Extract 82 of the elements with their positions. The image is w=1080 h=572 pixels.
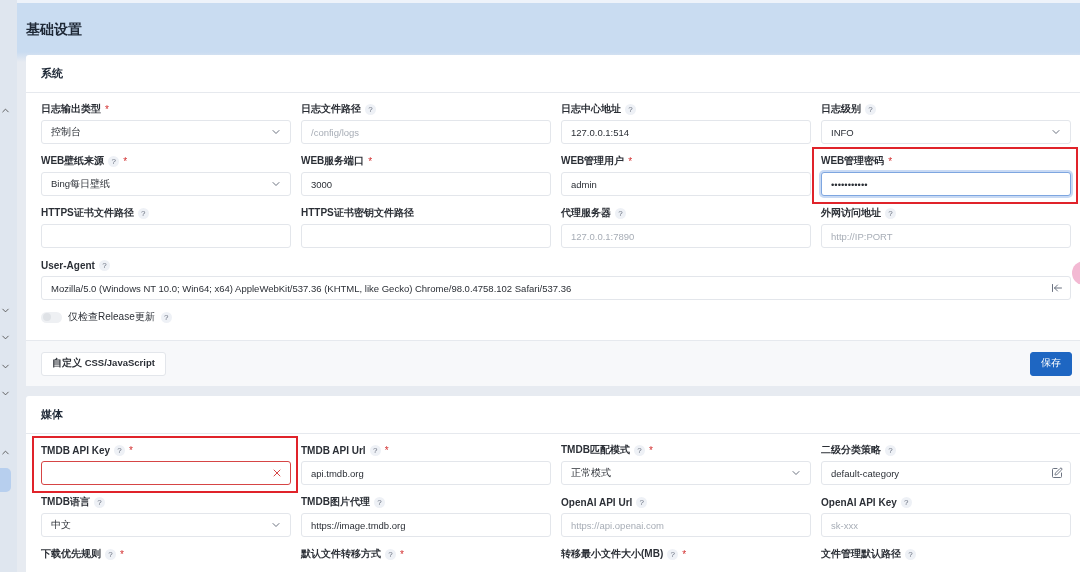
field-label: TMDB API Url [301,444,366,456]
help-icon[interactable]: ? [667,548,679,560]
sidebar-item[interactable] [0,468,11,492]
field-label: HTTPS证书文件路径 [41,206,134,220]
required-mark: * [384,444,389,456]
field-label: OpenAI API Url [561,496,633,508]
help-icon[interactable]: ? [137,207,149,219]
field-label: TMDB语言 [41,495,90,509]
field-label: 日志级别 [821,102,861,116]
dropdown[interactable]: Bing每日壁纸 [41,172,291,196]
required-mark: * [888,155,893,167]
field-label: OpenAI API Key [821,496,897,508]
help-icon[interactable]: ? [105,548,116,560]
field-label: WEB管理用户 [561,154,625,168]
input-field[interactable]: 127.0.0.1:514 [561,120,811,144]
help-icon[interactable]: ? [885,207,896,219]
field-label: 默认文件转移方式 [301,547,381,561]
required-mark: * [120,548,124,560]
page-title: 基础设置 [26,20,83,39]
switch-label: 仅检查Release更新 [68,310,155,324]
required-mark: * [628,155,633,167]
help-icon[interactable]: ? [365,103,376,115]
field-label: 转移最小文件大小(MB) [561,547,664,561]
required-mark: * [400,548,404,560]
field-label: 下载优先规则 [41,547,101,561]
help-icon[interactable]: ? [93,496,105,508]
input-field[interactable]: https://image.tmdb.org [301,513,551,537]
dropdown[interactable]: 中文 [41,513,291,537]
help-icon[interactable]: ? [905,548,916,560]
help-icon[interactable]: ? [625,103,636,115]
reset-icon[interactable] [1051,282,1063,294]
input-field[interactable]: default-category [821,461,1071,485]
field-label: TMDB API Key [41,444,111,456]
help-icon[interactable]: ? [369,444,381,456]
help-icon[interactable]: ? [885,444,896,456]
password-field[interactable]: ••••••••••• [821,172,1071,196]
help-icon[interactable]: ? [900,496,912,508]
help-icon[interactable]: ? [636,496,648,508]
help-icon[interactable]: ? [865,103,876,115]
help-icon[interactable]: ? [160,311,172,323]
field-label: 二级分类策略 [821,443,881,457]
field-label: 日志文件路径 [301,102,361,116]
clear-icon[interactable] [271,467,283,479]
help-icon[interactable]: ? [633,444,645,456]
help-icon[interactable]: ? [615,207,626,219]
field-label: TMDB图片代理 [301,495,370,509]
input-field[interactable]: 3000 [301,172,551,196]
help-icon[interactable]: ? [98,259,110,271]
required-mark: * [682,548,687,560]
required-mark: * [368,155,373,167]
field-label: 文件管理默认路径 [821,547,901,561]
required-mark: * [129,444,133,456]
custom-code-button[interactable]: 自定义 CSS/JavaScript [41,351,166,376]
field-label: 外网访问地址 [821,206,881,220]
input-field[interactable]: admin [561,172,811,196]
help-icon[interactable]: ? [385,548,396,560]
field-label: HTTPS证书密钥文件路径 [301,206,414,220]
field-label: 日志输出类型 [41,102,101,116]
edit-icon[interactable] [1051,467,1063,479]
input-field[interactable]: api.tmdb.org [301,461,551,485]
field-label: TMDB匹配模式 [561,443,630,457]
help-icon[interactable]: ? [114,444,126,456]
required-mark: * [648,444,653,456]
required-mark: * [105,103,109,115]
help-icon[interactable]: ? [373,496,385,508]
dropdown[interactable]: 控制台 [41,120,291,144]
input-field[interactable]: Mozilla/5.0 (Windows NT 10.0; Win64; x64) AppleWebKit/537.36 (KHTML, like Gecko) Chrome/98.0.4758.102 Safari/537.36 [41,276,1071,300]
section-title: 媒体 [41,407,63,422]
save-button[interactable]: 保存 [1030,351,1072,376]
help-icon[interactable]: ? [108,155,120,167]
section-title: 系统 [41,66,63,81]
dropdown[interactable]: 正常模式 [561,461,811,485]
field-label: WEB壁纸来源 [41,154,105,168]
field-label: WEB服务端口 [301,154,365,168]
dropdown[interactable]: INFO [821,120,1071,144]
field-label: 代理服务器 [561,206,611,220]
required-mark: * [123,155,128,167]
input-field[interactable] [41,461,291,485]
field-label: 日志中心地址 [561,102,621,116]
field-label: User-Agent [41,259,95,271]
toggle-switch[interactable] [41,311,62,323]
field-label: WEB管理密码 [821,154,885,168]
